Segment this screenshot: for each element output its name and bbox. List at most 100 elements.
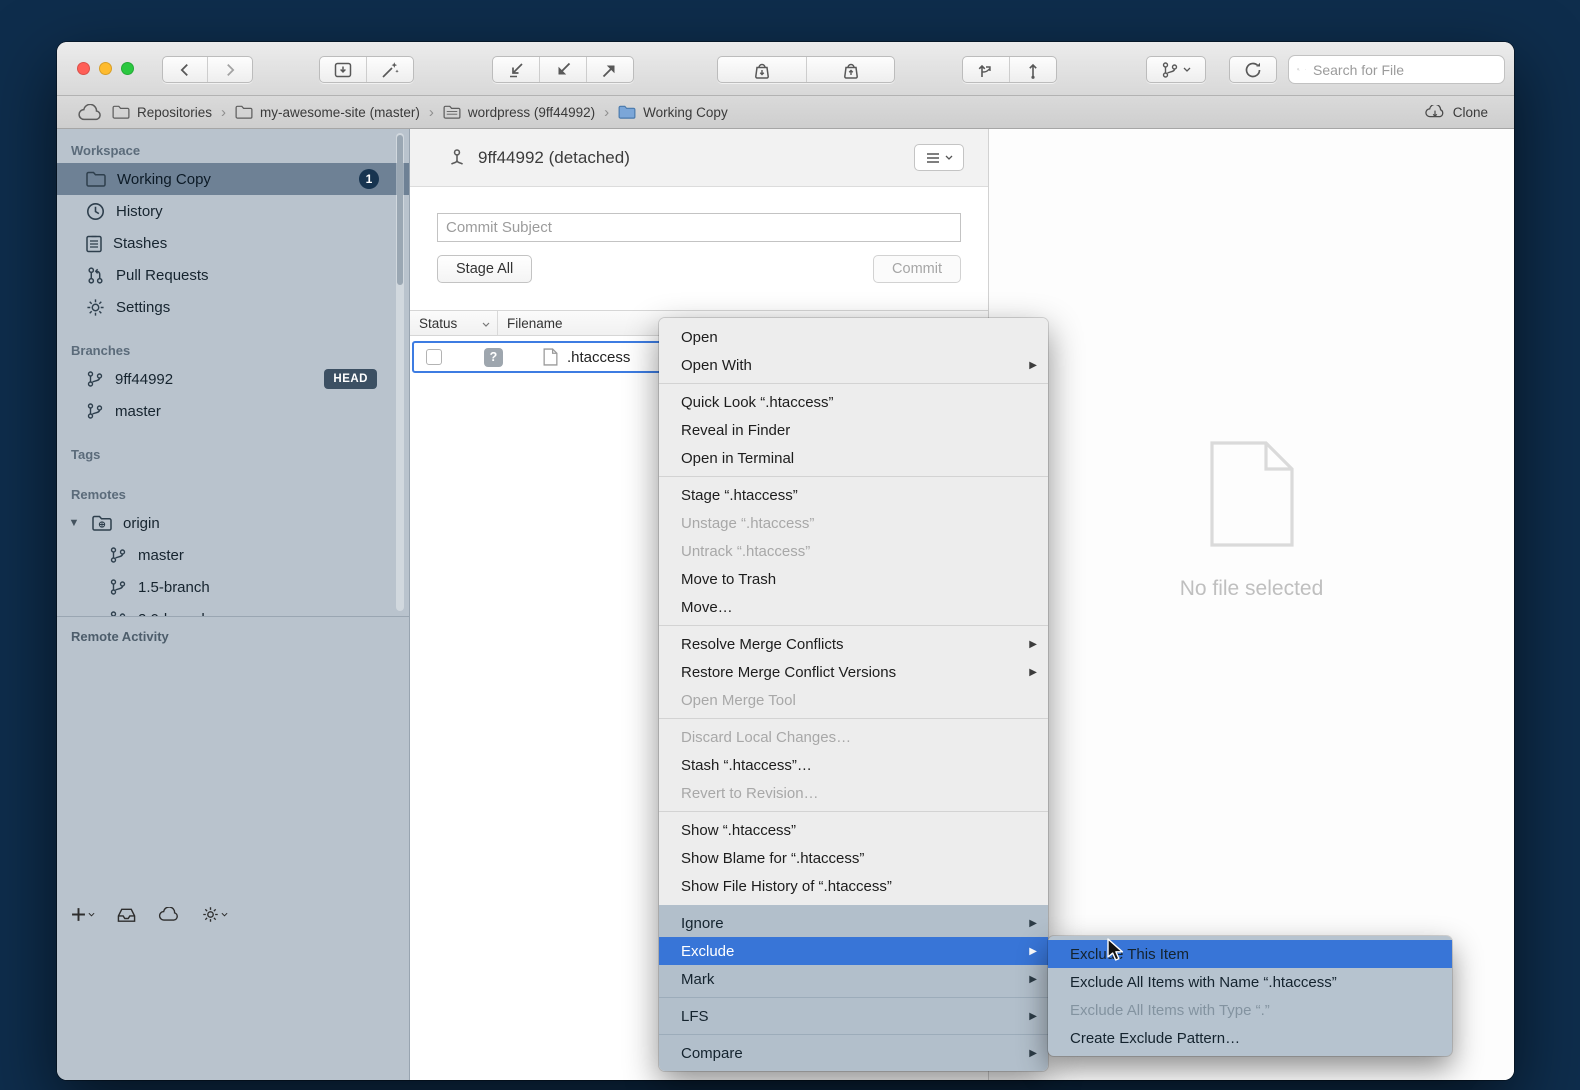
tray-button[interactable]: [117, 907, 136, 923]
column-status[interactable]: Status: [410, 311, 498, 335]
branch-menu-button[interactable]: [1147, 57, 1205, 82]
sidebar-item-working-copy[interactable]: Working Copy 1: [57, 163, 409, 195]
branch-button[interactable]: [963, 57, 1009, 82]
clone-button[interactable]: Clone: [1424, 96, 1488, 129]
menu-item-compare[interactable]: Compare▶: [659, 1039, 1048, 1067]
menu-item-open[interactable]: Open: [659, 323, 1048, 351]
pull-icon: [553, 60, 573, 80]
sidebar-remote-branch-2-0[interactable]: 2.0-branch: [57, 603, 409, 616]
menu-item-show-blame[interactable]: Show Blame for “.htaccess”: [659, 844, 1048, 872]
menu-item-unstage: Unstage “.htaccess”: [659, 509, 1048, 537]
detached-head-title: 9ff44992 (detached): [478, 148, 630, 168]
amend-button[interactable]: [366, 57, 413, 82]
sidebar-item-stashes[interactable]: Stashes: [57, 227, 409, 259]
menu-item-stage[interactable]: Stage “.htaccess”: [659, 481, 1048, 509]
remote-label: origin: [123, 515, 160, 532]
menu-item-revert-to-revision: Revert to Revision…: [659, 779, 1048, 807]
gear-icon: [202, 906, 219, 923]
chevron-down-icon: [88, 912, 95, 917]
menu-item-stash[interactable]: Stash “.htaccess”…: [659, 751, 1048, 779]
stage-all-button[interactable]: Stage All: [437, 255, 532, 283]
sidebar-item-label: Stashes: [113, 235, 167, 252]
sidebar-remote-branch-1-5[interactable]: 1.5-branch: [57, 571, 409, 603]
pull-button[interactable]: [539, 57, 586, 82]
breadcrumb-repositories[interactable]: Repositories: [112, 105, 212, 120]
breadcrumb-working-copy[interactable]: Working Copy: [618, 105, 728, 120]
column-filename[interactable]: Filename: [498, 316, 563, 331]
fetch-button[interactable]: [493, 57, 539, 82]
nav-group: [162, 56, 253, 83]
menu-item-show-file-history[interactable]: Show File History of “.htaccess”: [659, 872, 1048, 900]
commit-button[interactable]: Commit: [873, 255, 961, 283]
menu-item-exclude[interactable]: Exclude▶: [659, 937, 1048, 965]
menu-item-resolve-merge-conflicts[interactable]: Resolve Merge Conflicts▶: [659, 630, 1048, 658]
back-button[interactable]: [163, 57, 207, 82]
branch-header: 9ff44992 (detached): [410, 129, 988, 187]
menu-item-show[interactable]: Show “.htaccess”: [659, 816, 1048, 844]
file-icon: [543, 348, 558, 366]
submenu-item-exclude-all-with-name[interactable]: Exclude All Items with Name “.htaccess”: [1048, 968, 1452, 996]
submenu-item-create-exclude-pattern[interactable]: Create Exclude Pattern…: [1048, 1024, 1452, 1052]
branches-section-header: Branches: [57, 329, 409, 363]
zoom-button[interactable]: [121, 62, 134, 75]
stage-checkbox[interactable]: [426, 349, 442, 365]
folder-icon: [235, 105, 253, 119]
cloud-icon[interactable]: [77, 104, 103, 121]
menu-item-lfs[interactable]: LFS▶: [659, 1002, 1048, 1030]
commit-subject-input[interactable]: [437, 213, 961, 242]
branch-icon: [109, 610, 127, 616]
cloud-button[interactable]: [158, 907, 180, 922]
submenu-arrow-icon: ▶: [1029, 1011, 1037, 1022]
menu-item-open-with[interactable]: Open With▶: [659, 351, 1048, 379]
traffic-lights: [77, 62, 134, 75]
settings-gear-button[interactable]: [202, 906, 228, 923]
menu-item-quick-look[interactable]: Quick Look “.htaccess”: [659, 388, 1048, 416]
close-button[interactable]: [77, 62, 90, 75]
breadcrumb-submodule[interactable]: wordpress (9ff44992): [443, 105, 595, 120]
list-options-button[interactable]: [914, 144, 964, 171]
commit-button-toolbar[interactable]: [320, 57, 366, 82]
add-button[interactable]: [71, 907, 95, 922]
menu-item-reveal-in-finder[interactable]: Reveal in Finder: [659, 416, 1048, 444]
disclosure-triangle-icon[interactable]: ▼: [67, 517, 81, 529]
submenu-item-exclude-this-item[interactable]: Exclude This Item: [1048, 940, 1452, 968]
merge-button[interactable]: [1009, 57, 1056, 82]
menu-item-ignore[interactable]: Ignore▶: [659, 909, 1048, 937]
menu-item-restore-merge-conflict-versions[interactable]: Restore Merge Conflict Versions▶: [659, 658, 1048, 686]
menu-separator: [659, 997, 1048, 998]
sidebar-item-settings[interactable]: Settings: [57, 291, 409, 323]
unstash-button[interactable]: [806, 57, 894, 82]
sidebar-item-pull-requests[interactable]: Pull Requests: [57, 259, 409, 291]
push-button[interactable]: [586, 57, 633, 82]
menu-item-open-merge-tool: Open Merge Tool: [659, 686, 1048, 714]
search-input[interactable]: [1311, 61, 1496, 79]
sidebar-branch-master[interactable]: master: [57, 395, 409, 427]
search-field[interactable]: [1288, 55, 1505, 84]
menu-item-move-to-trash[interactable]: Move to Trash: [659, 565, 1048, 593]
menu-item-open-in-terminal[interactable]: Open in Terminal: [659, 444, 1048, 472]
clipboard-icon: [86, 234, 102, 253]
menu-label: Show File History of “.htaccess”: [681, 878, 892, 895]
sidebar-item-label: History: [116, 203, 163, 220]
menu-label: Exclude All Items with Name “.htaccess”: [1070, 974, 1337, 991]
breadcrumb-repo[interactable]: my-awesome-site (master): [235, 105, 420, 120]
remote-branch-label: master: [138, 547, 184, 564]
menu-item-mark[interactable]: Mark▶: [659, 965, 1048, 993]
sidebar-item-history[interactable]: History: [57, 195, 409, 227]
minimize-button[interactable]: [99, 62, 112, 75]
context-menu-upper: Open Open With▶ Quick Look “.htaccess” R…: [659, 318, 1048, 905]
sidebar-scrollbar[interactable]: [396, 133, 404, 611]
folder-icon: [112, 105, 130, 119]
sidebar-scrollbar-thumb[interactable]: [397, 135, 403, 285]
sidebar-remote-branch-master[interactable]: master: [57, 539, 409, 571]
refresh-button[interactable]: [1230, 57, 1276, 82]
menu-item-move[interactable]: Move…: [659, 593, 1048, 621]
sidebar-branch-9ff44992[interactable]: 9ff44992 HEAD: [57, 363, 409, 395]
stash-button[interactable]: [718, 57, 806, 82]
commit-icon: [333, 60, 353, 80]
sidebar-remote-origin[interactable]: ▼ origin: [57, 507, 409, 539]
sidebar-item-label: Working Copy: [117, 171, 211, 188]
commit-group: [319, 56, 414, 83]
breadcrumb-label: Repositories: [137, 105, 212, 120]
forward-button[interactable]: [207, 57, 252, 82]
